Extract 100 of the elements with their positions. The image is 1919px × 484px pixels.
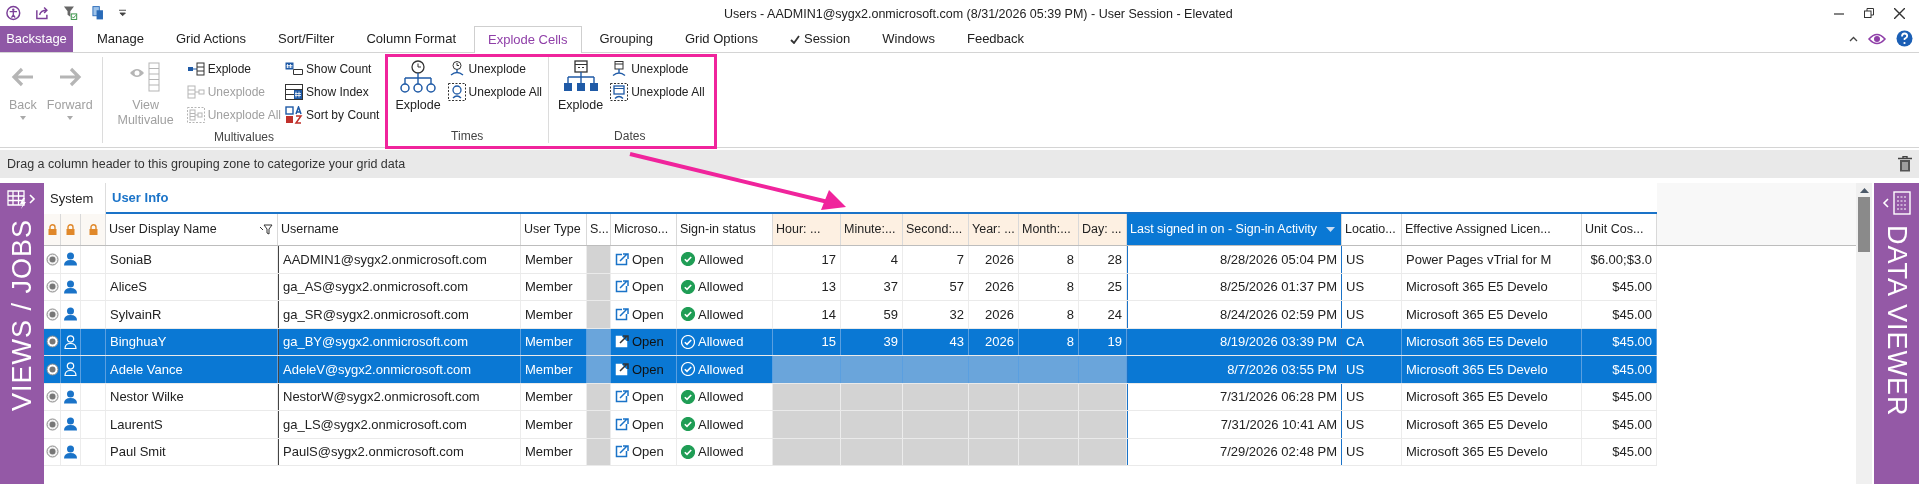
table-row[interactable]: LaurentS ga_LS@sygx2.onmicrosoft.com Member Open Allowed 7/31/2026 10:41 AM US Microsoft 365 E5 Develo $45.00 [44, 411, 1657, 439]
scrollbar[interactable] [1856, 183, 1872, 484]
collapse-caret-icon[interactable] [1849, 35, 1858, 42]
ribbon-button[interactable]: Explode [392, 57, 444, 113]
column-header[interactable] [81, 214, 106, 245]
dropdown-caret-icon[interactable] [118, 9, 126, 17]
data-viewer-panel[interactable]: DATA VIEWER [1874, 183, 1919, 484]
panel-title: VIEWS / JOBS [8, 219, 36, 412]
grid-bolt-icon [7, 189, 37, 209]
ribbon-tab[interactable]: Grid Actions [162, 26, 261, 52]
column-header[interactable]: User Display Name [106, 214, 278, 245]
column-header[interactable]: Minute:... [841, 214, 903, 245]
table-row[interactable]: BinghuaY ga_BY@sygx2.onmicrosoft.com Member Open Allowed 15 39 43 2026 8 19 8/19/2026 03:39 PM CA Microsoft 365 E5 Develo $45.00 [44, 328, 1657, 356]
table-cell: 59 [841, 301, 903, 328]
table-row[interactable]: Paul Smit PaulS@sygx2.onmicrosoft.com Member Open Allowed 7/29/2026 02:48 PM US Microsoft 365 E5 Develo $45.00 [44, 438, 1657, 466]
open-link[interactable]: Open [632, 249, 664, 269]
scroll-up-icon[interactable] [1859, 188, 1869, 193]
column-header[interactable]: Locatio... [1342, 214, 1402, 245]
column-header[interactable] [44, 214, 61, 245]
external-link-icon [615, 445, 629, 459]
ribbon-tab[interactable]: Session [775, 26, 865, 52]
ribbon-tab[interactable]: Explode Cells [474, 26, 582, 53]
scrollbar-thumb[interactable] [1858, 197, 1870, 252]
help-icon[interactable] [1896, 30, 1913, 47]
table-row[interactable]: SoniaB AADMIN1@sygx2.onmicrosoft.com Member Open Allowed 17 4 7 2026 8 28 8/28/2026 05:04 PM US Power Pages vTrial for M $6.00;$3.0 [44, 246, 1657, 274]
column-header[interactable]: Hour: ... [773, 214, 841, 245]
accessibility-icon[interactable] [6, 5, 21, 21]
filter-check-icon[interactable] [63, 5, 78, 21]
column-header[interactable]: Username [278, 214, 521, 245]
table-cell: 7/31/2026 10:41 AM [1127, 411, 1342, 438]
ribbon-tab[interactable]: Windows [868, 26, 949, 52]
copy-icon[interactable] [91, 5, 105, 21]
ribbon-tab[interactable]: Manage [83, 26, 158, 52]
status-text: Allowed [698, 278, 744, 296]
restore-icon[interactable] [1864, 8, 1874, 18]
column-header[interactable]: User Type [521, 214, 587, 245]
open-link[interactable]: Open [632, 387, 664, 407]
ribbon-button[interactable]: Sort by Count [285, 105, 380, 125]
eye-icon[interactable] [1868, 32, 1886, 45]
ribbon-tab[interactable]: Column Format [352, 26, 470, 52]
table-row[interactable]: Nestor Wilke NestorW@sygx2.onmicrosoft.com Member Open Allowed 7/31/2026 06:28 PM US Microsoft 365 E5 Develo $45.00 [44, 383, 1657, 411]
table-row[interactable]: SylvainR ga_SR@sygx2.onmicrosoft.com Member Open Allowed 14 59 32 2026 8 24 8/24/2026 02:59 PM US Microsoft 365 E5 Develo $45.00 [44, 301, 1657, 329]
backstage-button[interactable]: Backstage [0, 26, 73, 52]
ribbon-button[interactable]: Unexplode All [447, 82, 542, 102]
radio-icon[interactable] [45, 390, 59, 404]
share-icon[interactable] [34, 6, 50, 20]
column-header[interactable] [61, 214, 81, 245]
ribbon-button[interactable]: Unexplode [447, 59, 542, 79]
ribbon-button[interactable]: Show Index [285, 82, 380, 102]
sort-order-icon [285, 106, 304, 124]
band-header[interactable]: System [44, 183, 106, 214]
close-icon[interactable] [1894, 7, 1905, 19]
radio-icon[interactable] [45, 362, 59, 376]
table-cell: US [1342, 356, 1402, 383]
ribbon-button[interactable]: Show Count [285, 59, 380, 79]
ribbon-button[interactable]: Explode [555, 57, 607, 113]
column-header[interactable]: Day: ... [1079, 214, 1127, 245]
ribbon-button[interactable]: Explode [186, 59, 282, 79]
column-header[interactable]: Second:... [903, 214, 969, 245]
ribbon-tab[interactable]: Grid Options [671, 26, 772, 52]
open-link[interactable]: Open [632, 304, 664, 324]
radio-icon[interactable] [45, 252, 59, 266]
column-header[interactable]: Effective Assigned Licen... [1402, 214, 1582, 245]
count-table-icon [285, 62, 304, 76]
column-header[interactable]: Last signed in on - Sign-in Activity [1127, 214, 1342, 245]
table-cell: 7 [903, 246, 969, 273]
open-link[interactable]: Open [632, 414, 664, 434]
table-cell: Adele Vance [106, 356, 278, 383]
radio-icon[interactable] [45, 307, 59, 321]
views-jobs-panel[interactable]: VIEWS / JOBS [0, 183, 44, 484]
column-header[interactable]: Unit Cos... [1582, 214, 1657, 245]
radio-icon[interactable] [45, 335, 59, 349]
clock-frame-icon [447, 83, 466, 101]
open-link[interactable]: Open [632, 442, 664, 462]
sort-descending-icon[interactable] [1326, 227, 1335, 232]
column-header[interactable]: Month:... [1019, 214, 1079, 245]
table-cell: 37 [841, 273, 903, 300]
ribbon-tab[interactable]: Sort/Filter [264, 26, 349, 52]
open-link[interactable]: Open [632, 359, 664, 379]
group-label: Dates [613, 128, 647, 143]
radio-icon[interactable] [45, 280, 59, 294]
radio-icon[interactable] [45, 417, 59, 431]
table-row[interactable]: AliceS ga_AS@sygx2.onmicrosoft.com Member Open Allowed 13 37 57 2026 8 25 8/25/2026 01:37 PM US Microsoft 365 E5 Develo $45.00 [44, 273, 1657, 301]
column-header[interactable]: Year: ... [969, 214, 1019, 245]
band-header[interactable]: User Info [106, 183, 1657, 214]
radio-icon[interactable] [45, 445, 59, 459]
open-link[interactable]: Open [632, 332, 664, 352]
table-row[interactable]: Adele Vance AdeleV@sygx2.onmicrosoft.com Member Open Allowed 8/7/2026 03:55 PM US Microsoft 365 E5 Develo $45.00 [44, 356, 1657, 384]
open-link[interactable]: Open [632, 277, 664, 297]
column-header[interactable]: Sign-in status [677, 214, 773, 245]
ribbon-button[interactable]: Unexplode All [610, 82, 705, 102]
ribbon-tab[interactable]: Feedback [952, 26, 1039, 52]
ribbon-button[interactable]: Unexplode [610, 59, 705, 79]
ribbon-tab[interactable]: Grouping [585, 26, 667, 52]
column-header[interactable]: Microso... [611, 214, 677, 245]
trash-icon[interactable] [1898, 156, 1912, 172]
table-cell: AdeleV@sygx2.onmicrosoft.com [278, 356, 521, 383]
check-icon [789, 34, 800, 44]
person-icon [64, 444, 77, 459]
column-header[interactable]: S... [587, 214, 611, 245]
